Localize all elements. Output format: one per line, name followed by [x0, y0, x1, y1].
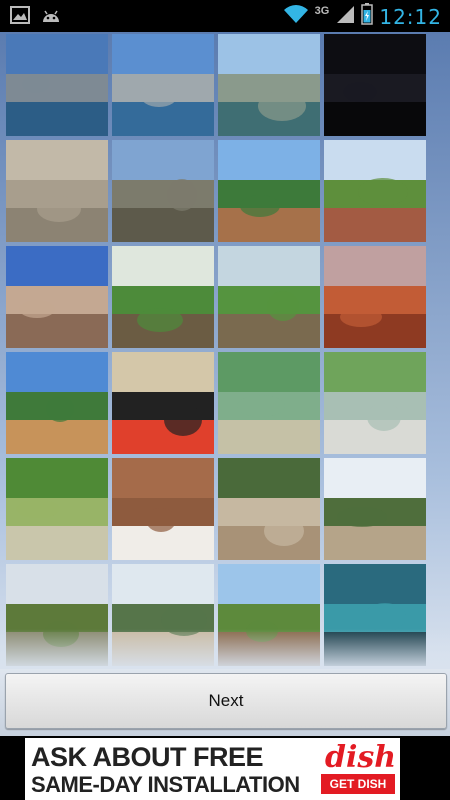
ad-headline: ASK ABOUT FREE — [31, 742, 264, 772]
photo-image — [324, 140, 426, 242]
next-button[interactable]: Next — [5, 673, 447, 729]
photo-image — [324, 458, 426, 560]
ad-banner[interactable]: ASK ABOUT FREE SAME-DAY INSTALLATION dis… — [0, 736, 450, 800]
photo-thumbnail[interactable] — [6, 352, 108, 454]
network-type-label: 3G — [314, 4, 330, 17]
photo-thumbnail[interactable] — [324, 34, 426, 136]
scroll-fade — [0, 629, 450, 669]
system-icons: 3G 12:12 — [283, 3, 442, 30]
photo-thumbnail[interactable] — [6, 458, 108, 560]
photo-image — [112, 246, 214, 348]
photo-thumbnail[interactable] — [218, 34, 320, 136]
android-icon — [40, 6, 62, 29]
photo-image — [6, 458, 108, 560]
photo-thumbnail[interactable] — [6, 246, 108, 348]
photo-image — [6, 352, 108, 454]
photo-thumbnail[interactable] — [324, 352, 426, 454]
photo-thumbnail[interactable] — [218, 246, 320, 348]
photo-grid-area — [0, 32, 450, 669]
ad-cta-button[interactable]: GET DISH — [321, 774, 395, 794]
photo-image — [218, 246, 320, 348]
photo-thumbnail[interactable] — [6, 140, 108, 242]
photo-thumbnail[interactable] — [112, 140, 214, 242]
photo-thumbnail[interactable] — [112, 458, 214, 560]
photo-image — [6, 34, 108, 136]
ad-subheadline: SAME-DAY INSTALLATION — [31, 772, 300, 797]
ad-logo[interactable]: dish GET DISH — [321, 740, 397, 796]
photo-thumbnail[interactable] — [324, 458, 426, 560]
photo-image — [324, 34, 426, 136]
battery-icon — [361, 3, 374, 30]
photo-thumbnail[interactable] — [112, 34, 214, 136]
status-bar: 3G 12:12 — [0, 0, 450, 32]
photo-image — [218, 140, 320, 242]
photo-thumbnail[interactable] — [112, 352, 214, 454]
photo-thumbnail[interactable] — [218, 458, 320, 560]
photo-image — [112, 140, 214, 242]
photo-thumbnail[interactable] — [324, 246, 426, 348]
photo-thumbnail[interactable] — [112, 246, 214, 348]
photo-thumbnail[interactable] — [218, 140, 320, 242]
gallery-notification-icon — [10, 6, 30, 29]
notification-icons — [10, 6, 62, 29]
wifi-icon — [283, 4, 309, 29]
photo-thumbnail[interactable] — [218, 352, 320, 454]
photo-image — [324, 352, 426, 454]
clock: 12:12 — [379, 4, 442, 29]
ad-brand-name: dish — [325, 740, 397, 775]
photo-thumbnail[interactable] — [324, 140, 426, 242]
photo-image — [6, 140, 108, 242]
photo-image — [112, 352, 214, 454]
photo-thumbnail[interactable] — [6, 34, 108, 136]
photo-image — [6, 246, 108, 348]
photo-image — [218, 34, 320, 136]
photo-image — [112, 34, 214, 136]
photo-image — [218, 352, 320, 454]
photo-image — [324, 246, 426, 348]
signal-icon — [335, 4, 355, 29]
photo-image — [112, 458, 214, 560]
photo-grid — [6, 34, 428, 669]
photo-image — [218, 458, 320, 560]
ad-content[interactable]: ASK ABOUT FREE SAME-DAY INSTALLATION dis… — [25, 738, 400, 800]
button-bar: Next — [0, 669, 450, 736]
